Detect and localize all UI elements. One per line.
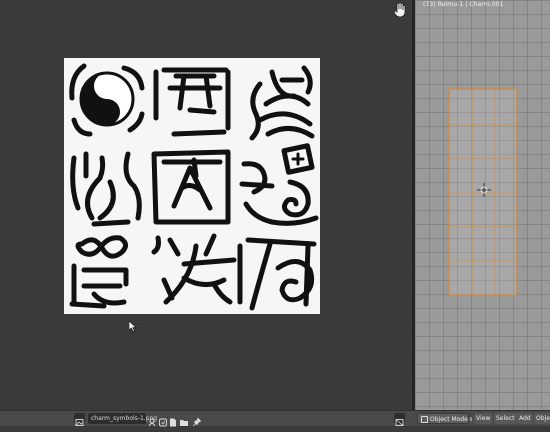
image-users-icon[interactable] [158,413,168,427]
object-mode-icon [421,416,428,423]
torii-symbol [153,67,231,137]
menu-select[interactable]: Select [494,413,517,424]
spiral-symbol [239,143,319,226]
pin-icon[interactable] [192,413,202,427]
image-editor-header: charm_symbols-1.png [0,410,412,427]
star-scratch-symbol [151,233,237,305]
hand-cursor-icon [393,2,406,18]
menu-object[interactable]: Objec [534,413,550,424]
wave-symbol [249,65,315,141]
infinity-symbol [69,235,129,309]
3d-viewport[interactable]: (73) Reimu-1 | Charm.001 [415,0,550,410]
3d-cursor-icon [477,183,491,197]
mode-label: Object Mode [430,416,468,423]
image-name-field[interactable]: charm_symbols-1.png [88,413,157,424]
image-editor-area[interactable] [0,0,412,410]
dropdown-arrows-icon: ⇕ [468,417,473,423]
editor-type-icon[interactable] [74,413,85,426]
view-toggle-icon[interactable] [394,413,405,426]
mouse-pointer-icon [129,321,137,332]
menu-view[interactable]: View [474,413,493,424]
charm-symbols-image [64,58,320,314]
new-image-icon[interactable] [168,413,178,427]
house-coil-symbol [237,237,317,311]
fake-user-icon[interactable] [148,413,156,427]
viewport-header: Object Mode⇕ View Select Add Objec [412,410,550,426]
mode-selector[interactable]: Object Mode⇕ [417,413,473,424]
open-folder-icon[interactable] [179,413,189,426]
triangle-symbol [151,149,231,225]
flame-symbol [70,151,142,227]
menu-add[interactable]: Add [517,413,533,424]
viewport-object-info: (73) Reimu-1 | Charm.001 [423,1,504,8]
yin-yang-symbol [69,63,145,137]
